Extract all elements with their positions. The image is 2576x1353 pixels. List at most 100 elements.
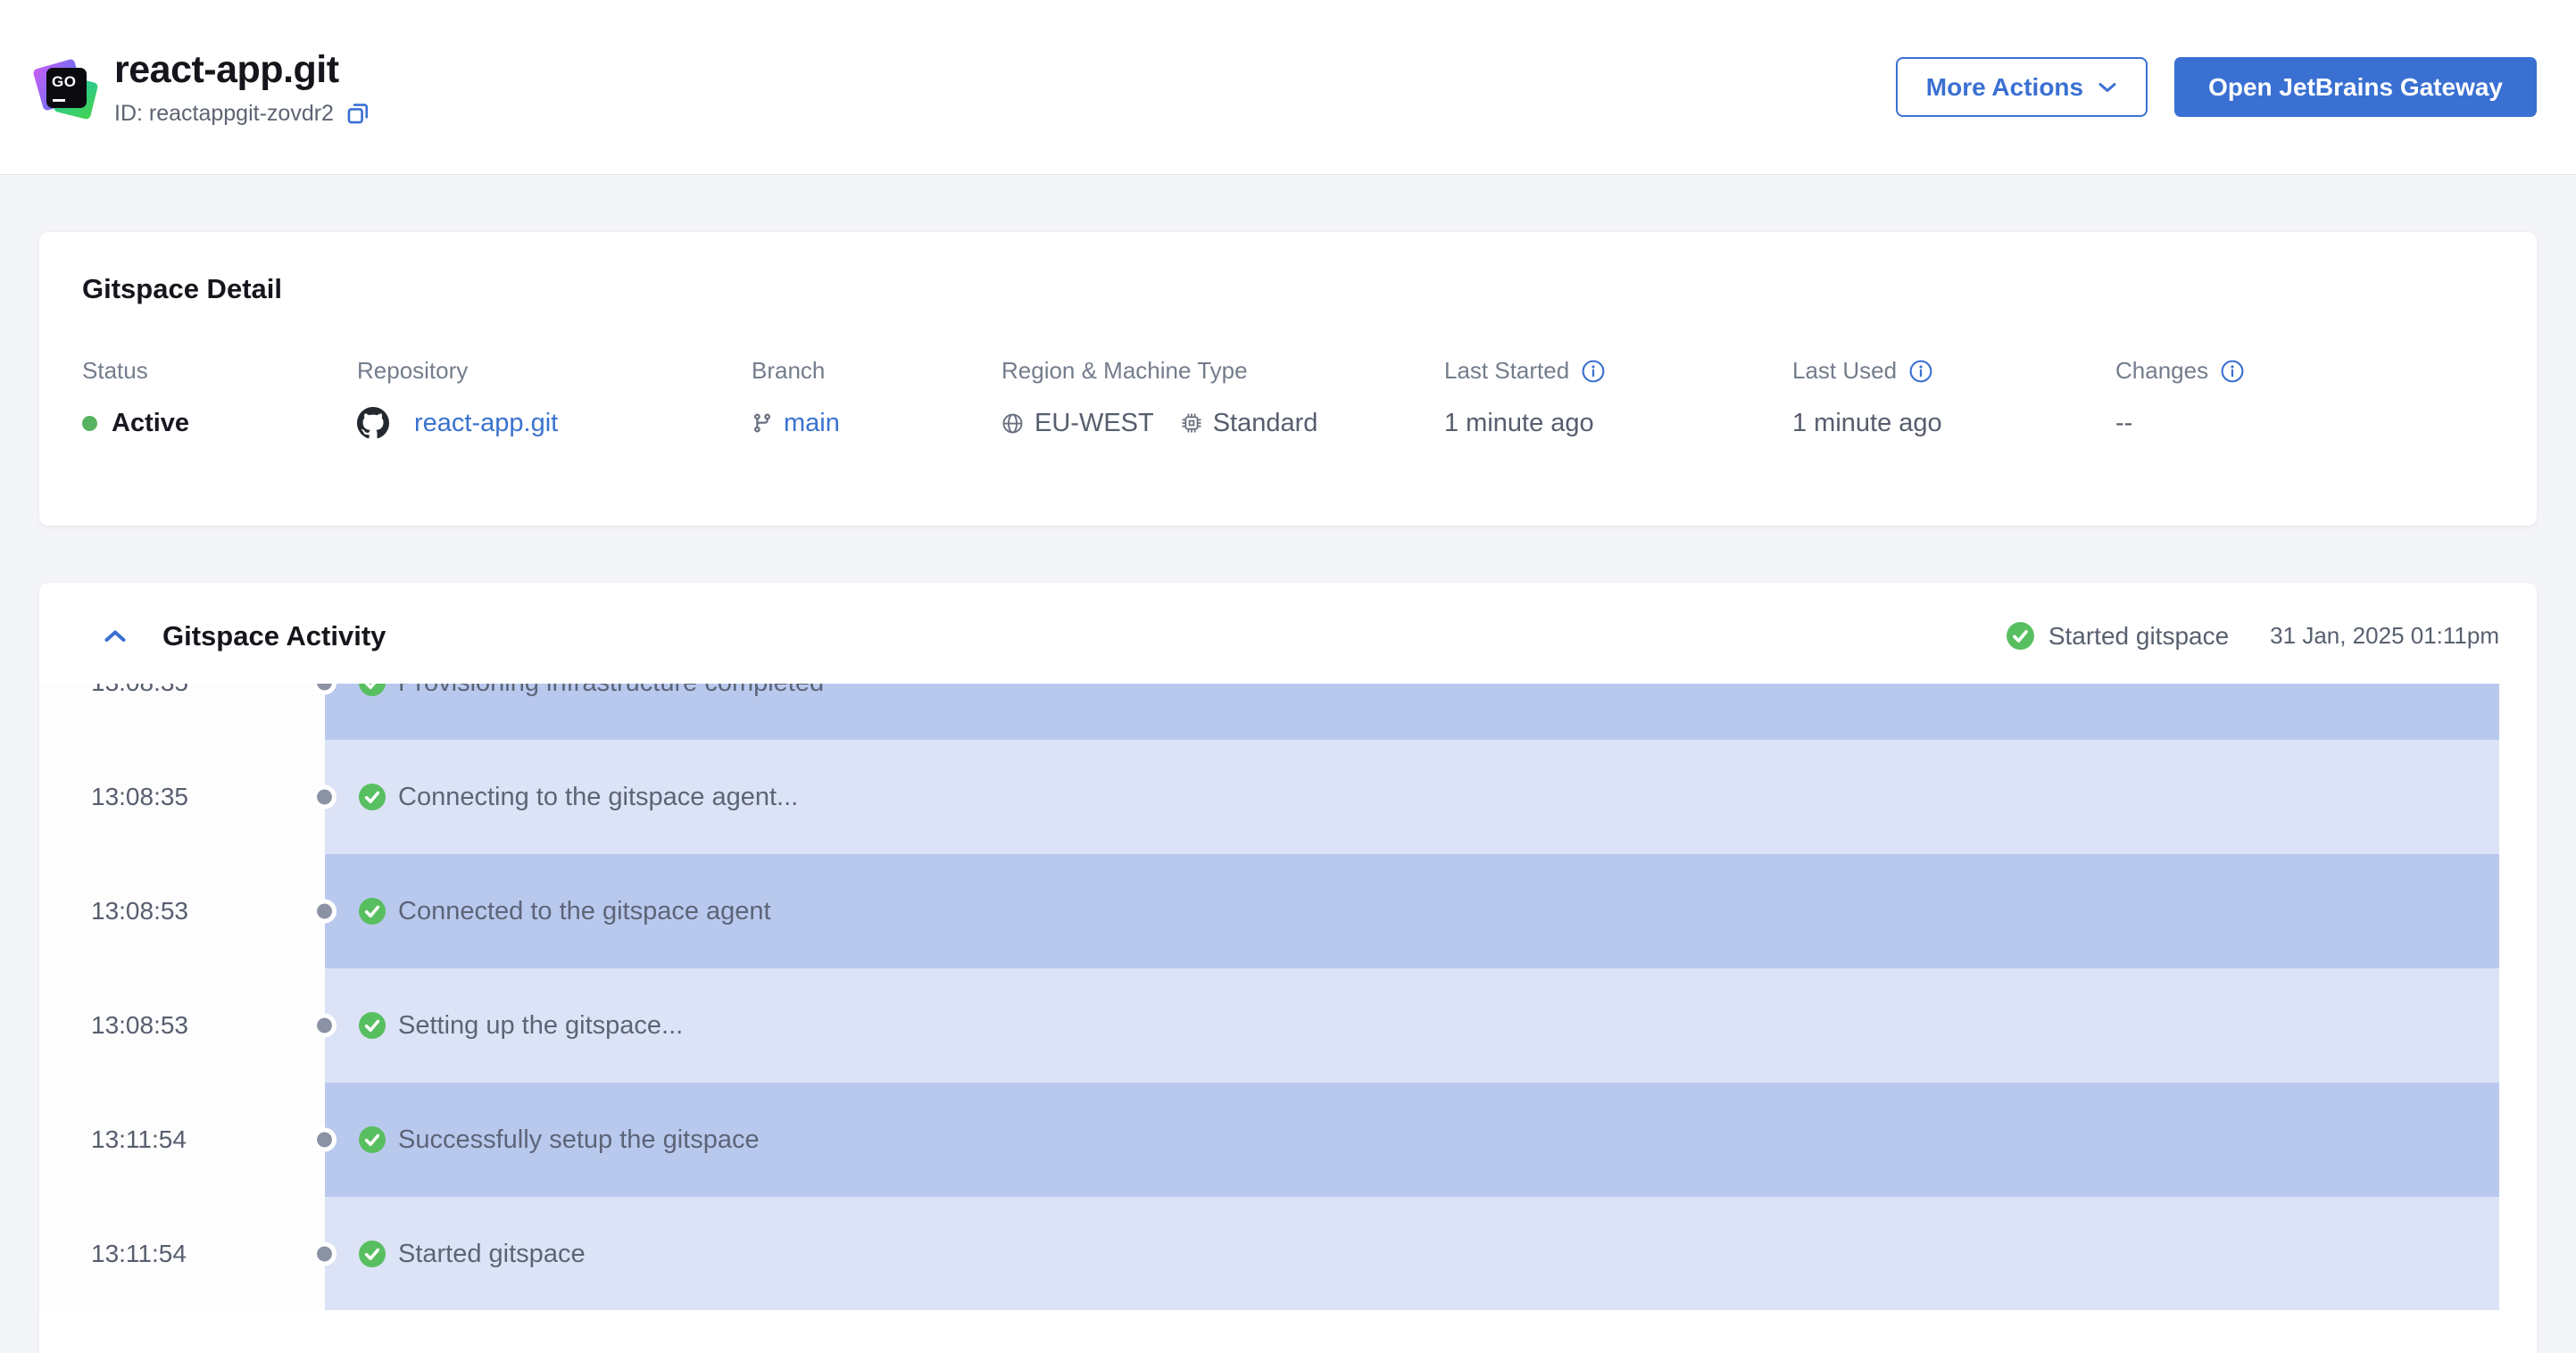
detail-card-title: Gitspace Detail [82, 273, 282, 304]
github-icon [357, 407, 389, 439]
field-last-used: Last Used 1 minute ago [1792, 357, 2115, 440]
timeline-dot [312, 1241, 337, 1266]
log-row: 13:08:35 Provisioning infrastructure com… [39, 684, 2537, 740]
region-machine-value-row: EU-WEST Standard [1001, 406, 1444, 440]
log-time: 13:08:35 [39, 684, 325, 740]
status-dot [82, 415, 97, 431]
log-message: Successfully setup the gitspace [398, 1125, 760, 1154]
status-value: Active [112, 408, 190, 437]
region-machine-label: Region & Machine Type [1001, 357, 1248, 384]
log-row: 13:08:53 Connected to the gitspace agent [39, 854, 2537, 968]
status-label: Status [82, 357, 148, 384]
log-entry: Started gitspace [325, 1197, 2499, 1310]
goland-logo-bar [53, 98, 65, 102]
log-time: 13:08:53 [39, 854, 325, 968]
detail-fields-row: Status Active Repository react-app.git B… [82, 357, 2494, 440]
region-item: EU-WEST [1001, 409, 1154, 438]
timeline-dot [312, 784, 337, 809]
info-icon[interactable] [1909, 360, 1932, 383]
gitspace-activity-card: Gitspace Activity Started gitspace 31 Ja… [39, 583, 2537, 1353]
activity-title: Gitspace Activity [162, 619, 386, 652]
timeline-dot [312, 899, 337, 924]
machine-item: Standard [1181, 408, 1318, 438]
check-circle-icon [359, 1241, 386, 1267]
log-row: 13:11:54 Started gitspace [39, 1197, 2537, 1310]
log-row: 13:11:54 Successfully setup the gitspace [39, 1083, 2537, 1197]
activity-status-text: Started gitspace [2048, 621, 2230, 650]
check-circle-icon [359, 898, 386, 925]
git-branch-icon [752, 412, 773, 434]
log-message: Connected to the gitspace agent [398, 896, 771, 926]
field-branch: Branch main [752, 357, 1001, 440]
check-circle-icon [359, 1012, 386, 1039]
info-icon[interactable] [1582, 360, 1605, 383]
log-row: 13:08:53 Setting up the gitspace... [39, 968, 2537, 1083]
page-header: GO react-app.git ID: reactappgit-zovdr2 … [0, 0, 2576, 175]
last-used-value: 1 minute ago [1792, 408, 1942, 437]
chevron-down-icon [2098, 81, 2117, 94]
globe-icon [1001, 412, 1024, 435]
log-message: Setting up the gitspace... [398, 1010, 684, 1040]
last-started-label-text: Last Started [1444, 357, 1570, 384]
log-time: 13:11:54 [39, 1083, 325, 1197]
last-started-label: Last Started [1444, 357, 1792, 385]
main-content: Gitspace Detail Status Active Repository [0, 175, 2576, 1353]
changes-label: Changes [2115, 357, 2494, 385]
field-last-started: Last Started 1 minute ago [1444, 357, 1792, 440]
activity-header: Gitspace Activity Started gitspace 31 Ja… [39, 583, 2537, 684]
field-changes: Changes -- [2115, 357, 2494, 440]
activity-status: Started gitspace 31 Jan, 2025 01:11pm [2006, 621, 2499, 651]
check-circle-icon [2006, 622, 2034, 650]
log-row: 13:08:35 Connecting to the gitspace agen… [39, 740, 2537, 854]
more-actions-label: More Actions [1925, 72, 2084, 101]
changes-label-text: Changes [2115, 357, 2209, 384]
info-icon[interactable] [2221, 360, 2244, 383]
activity-timestamp: 31 Jan, 2025 01:11pm [2270, 622, 2499, 649]
log-time: 13:11:54 [39, 1197, 325, 1310]
log-entry: Setting up the gitspace... [325, 968, 2499, 1083]
title-block: react-app.git ID: reactappgit-zovdr2 [114, 48, 370, 127]
branch-label: Branch [752, 357, 826, 384]
region-value: EU-WEST [1035, 408, 1154, 437]
page-title: react-app.git [114, 47, 339, 91]
check-circle-icon [359, 684, 386, 696]
repository-label: Repository [357, 357, 469, 384]
last-started-value: 1 minute ago [1444, 408, 1594, 437]
log-entry: Connecting to the gitspace agent... [325, 740, 2499, 854]
gitspace-detail-card: Gitspace Detail Status Active Repository [39, 232, 2537, 526]
activity-log-viewport[interactable]: 13:08:35 Provisioning infrastructure com… [39, 684, 2537, 1310]
branch-value-row: main [752, 406, 1001, 440]
open-jetbrains-gateway-button[interactable]: Open JetBrains Gateway [2174, 57, 2537, 117]
field-repository: Repository react-app.git [357, 357, 752, 440]
branch-link[interactable]: main [784, 409, 840, 438]
log-entry: Provisioning infrastructure completed [325, 684, 2499, 740]
status-value-row: Active [82, 406, 357, 440]
copy-id-button[interactable] [346, 102, 370, 125]
machine-value: Standard [1212, 408, 1318, 437]
field-status: Status Active [82, 357, 357, 440]
repository-value-row: react-app.git [357, 406, 752, 440]
log-message: Started gitspace [398, 1239, 586, 1268]
log-time: 13:08:53 [39, 968, 325, 1083]
gitspace-id: ID: reactappgit-zovdr2 [114, 100, 334, 126]
log-message: Connecting to the gitspace agent... [398, 782, 799, 811]
cpu-icon [1181, 412, 1202, 434]
changes-value: -- [2115, 408, 2133, 437]
timeline-dot [312, 1127, 337, 1152]
goland-logo: GO [32, 57, 99, 120]
collapse-activity-button[interactable] [104, 628, 127, 643]
log-time: 13:08:35 [39, 740, 325, 854]
goland-logo-mark: GO [46, 67, 87, 108]
check-circle-icon [359, 784, 386, 810]
log-entry: Successfully setup the gitspace [325, 1083, 2499, 1197]
header-actions: More Actions Open JetBrains Gateway [1895, 57, 2537, 117]
log-entry: Connected to the gitspace agent [325, 854, 2499, 968]
field-region-machine: Region & Machine Type EU-WEST Standard [1001, 357, 1444, 440]
activity-log-list: 13:08:35 Provisioning infrastructure com… [39, 684, 2537, 1310]
last-used-label: Last Used [1792, 357, 2115, 385]
goland-logo-text: GO [52, 72, 77, 90]
copy-icon [346, 102, 370, 125]
more-actions-button[interactable]: More Actions [1895, 57, 2148, 117]
repository-link[interactable]: react-app.git [414, 409, 558, 438]
timeline-dot [312, 1013, 337, 1038]
